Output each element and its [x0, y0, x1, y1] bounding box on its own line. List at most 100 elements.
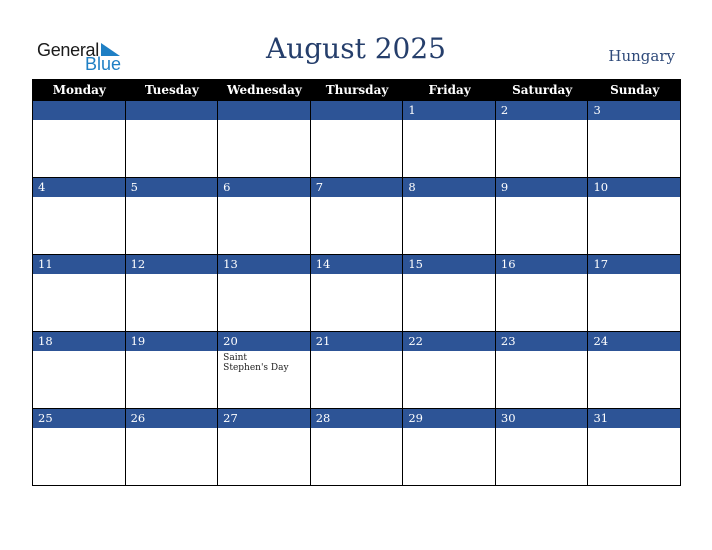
holiday-note: [403, 197, 483, 201]
holiday-note: Saint Stephen's Day: [223, 353, 289, 373]
holiday-note: [311, 274, 391, 278]
holiday-note: [126, 274, 206, 278]
day-cell: 15: [403, 255, 496, 332]
day-number: [310, 101, 403, 120]
holiday-note: [33, 428, 113, 432]
day-number: 22: [403, 332, 495, 351]
holiday-note: [218, 274, 298, 278]
day-cell: 24: [588, 332, 682, 409]
holiday-note: [496, 197, 576, 201]
day-cell: 1: [403, 101, 496, 178]
day-cell: [33, 101, 126, 178]
holiday-note: [496, 428, 576, 432]
holiday-note: [218, 120, 298, 124]
day-number: 25: [33, 409, 125, 428]
day-cell: 26: [125, 409, 219, 486]
weekday-thursday: Thursday: [325, 83, 389, 97]
holiday-note: [496, 274, 576, 278]
day-cell: 20 Saint Stephen's Day: [218, 332, 311, 409]
day-number: 16: [495, 255, 588, 274]
weekday-saturday: Saturday: [512, 83, 573, 97]
day-number: 23: [495, 332, 588, 351]
day-cell: 8: [403, 178, 496, 255]
day-number: 21: [310, 332, 403, 351]
holiday-note: [218, 197, 298, 201]
day-number: 9: [495, 178, 588, 197]
day-cell: 2: [495, 101, 589, 178]
day-cell: 22: [403, 332, 496, 409]
day-number: 27: [218, 409, 310, 428]
holiday-note: [126, 120, 206, 124]
holiday-note: [496, 351, 576, 355]
week-row: 18 19 20 Saint Stephen's Day 21 22 23 24: [33, 332, 682, 409]
weekday-sunday: Sunday: [610, 83, 660, 97]
day-cell: 4: [33, 178, 126, 255]
day-number: [33, 101, 125, 120]
holiday-note: [33, 197, 113, 201]
day-number: 30: [495, 409, 588, 428]
calendar-grid: Monday Tuesday Wednesday Thursday Friday…: [32, 79, 682, 486]
holiday-note: [403, 351, 483, 355]
holiday-note: [218, 428, 298, 432]
day-cell: 7: [310, 178, 404, 255]
day-cell: 14: [310, 255, 404, 332]
day-number: 20: [218, 332, 310, 351]
day-cell: 9: [495, 178, 589, 255]
day-number: 13: [218, 255, 310, 274]
holiday-note: [588, 351, 668, 355]
day-number: 29: [403, 409, 495, 428]
holiday-note: [33, 351, 113, 355]
day-cell: 21: [310, 332, 404, 409]
weekday-wednesday: Wednesday: [227, 83, 302, 97]
day-cell: 13: [218, 255, 311, 332]
day-cell: 29: [403, 409, 496, 486]
weekday-monday: Monday: [52, 83, 106, 97]
day-cell: 30: [495, 409, 589, 486]
weekday-friday: Friday: [428, 83, 471, 97]
day-cell: [310, 101, 404, 178]
holiday-note: [33, 274, 113, 278]
holiday-note: [588, 197, 668, 201]
day-cell: 16: [495, 255, 589, 332]
day-number: 10: [588, 178, 681, 197]
holiday-note: [311, 120, 391, 124]
day-cell: 19: [125, 332, 219, 409]
day-number: 19: [125, 332, 218, 351]
holiday-note: [126, 428, 206, 432]
day-cell: 25: [33, 409, 126, 486]
day-number: 5: [125, 178, 218, 197]
holiday-note: [588, 120, 668, 124]
holiday-note: [311, 351, 391, 355]
holiday-note: [403, 120, 483, 124]
day-cell: 17: [588, 255, 682, 332]
day-cell: [125, 101, 219, 178]
holiday-note: [126, 197, 206, 201]
week-row: 11 12 13 14 15 16 17: [33, 255, 682, 332]
holiday-note: [403, 428, 483, 432]
holiday-note: [588, 428, 668, 432]
day-number: 2: [495, 101, 588, 120]
day-number: 24: [588, 332, 681, 351]
day-number: [125, 101, 218, 120]
day-number: [218, 101, 310, 120]
weekday-tuesday: Tuesday: [144, 83, 199, 97]
holiday-note: [496, 120, 576, 124]
holiday-note: [403, 274, 483, 278]
holiday-note: [311, 197, 391, 201]
day-number: 17: [588, 255, 681, 274]
day-number: 26: [125, 409, 218, 428]
day-number: 7: [310, 178, 403, 197]
day-cell: 6: [218, 178, 311, 255]
day-cell: 18: [33, 332, 126, 409]
holiday-note: [33, 120, 113, 124]
day-number: 31: [588, 409, 681, 428]
day-number: 18: [33, 332, 125, 351]
day-cell: 31: [588, 409, 682, 486]
holiday-note: [311, 428, 391, 432]
holiday-note: [588, 274, 668, 278]
day-number: 4: [33, 178, 125, 197]
day-number: 12: [125, 255, 218, 274]
day-number: 14: [310, 255, 403, 274]
week-row: 25 26 27 28 29 30 31: [33, 409, 682, 486]
day-cell: [218, 101, 311, 178]
